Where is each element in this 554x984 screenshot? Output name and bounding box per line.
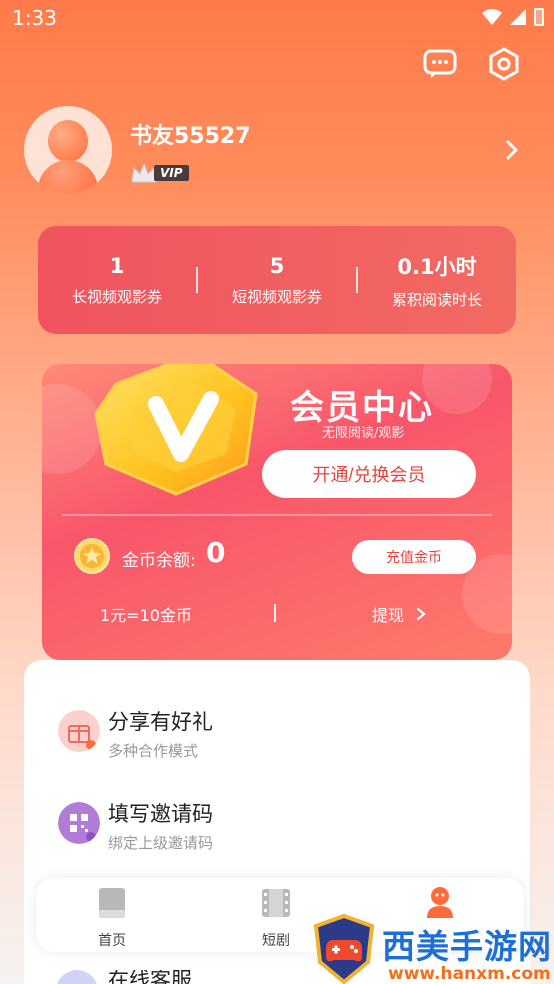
nav-short-drama[interactable]: 短剧 — [246, 886, 306, 950]
vip-center-card: 会员中心 无限阅读/观影 开通/兑换会员 金币余额: 0 充值金币 1元=10金… — [42, 364, 512, 660]
nav-home[interactable]: 首页 — [82, 886, 142, 950]
status-icons — [482, 8, 544, 26]
stat-label: 短视频观影券 — [231, 287, 322, 306]
chevron-right-icon — [416, 607, 426, 621]
coin-icon — [74, 538, 110, 574]
recharge-coins-button[interactable]: 充值金币 — [352, 540, 476, 574]
exchange-rate: 1元=10金币 — [100, 606, 192, 625]
watermark-url: www.hanxm.com — [388, 964, 551, 984]
gamepad-shield-logo — [313, 914, 375, 984]
divider — [274, 604, 276, 622]
vip-gem-icon — [94, 364, 258, 496]
chevron-right-icon[interactable] — [502, 138, 522, 162]
message-icon — [423, 49, 457, 78]
film-icon — [262, 889, 290, 917]
stat-label: 累积阅读时长 — [391, 290, 482, 309]
menu-item-title: 填写邀请码 — [108, 802, 213, 826]
menu-item-subtitle: 多种合作模式 — [108, 742, 199, 760]
vip-center-subtitle: 无限阅读/观影 — [322, 426, 405, 441]
stat-value: 0.1小时 — [397, 254, 477, 279]
stat-value: 5 — [269, 253, 285, 278]
open-membership-button[interactable]: 开通/兑换会员 — [262, 450, 476, 498]
avatar-body — [38, 160, 98, 194]
menu-item-share-gift[interactable]: 分享有好礼 多种合作模式 — [24, 692, 530, 772]
qr-icon — [58, 802, 100, 844]
stat-long-video-tickets[interactable]: 1 长视频观影券 — [38, 254, 196, 307]
coin-balance-value: 0 — [206, 536, 226, 569]
menu-item-title: 分享有好礼 — [108, 710, 213, 734]
avatar-head — [48, 120, 88, 162]
divider — [62, 514, 492, 516]
stat-value: 1 — [109, 253, 125, 278]
stat-label: 长视频观影券 — [71, 287, 162, 306]
stat-short-video-tickets[interactable]: 5 短视频观影券 — [198, 254, 356, 307]
signal-icon — [510, 9, 526, 25]
wifi-icon — [482, 9, 502, 25]
profile-header[interactable]: 书友55527 VIP — [24, 106, 530, 196]
status-time: 1:33 — [12, 6, 57, 30]
headset-icon — [56, 970, 98, 984]
nav-label: 短剧 — [262, 933, 290, 949]
menu-item-subtitle: 绑定上级邀请码 — [108, 834, 214, 852]
vip-badge: VIP — [130, 162, 196, 184]
username: 书友55527 — [130, 124, 251, 149]
status-bar: 1:33 — [0, 0, 554, 38]
book-icon — [99, 888, 125, 918]
stat-reading-time[interactable]: 0.1小时 累积阅读时长 — [358, 251, 516, 310]
watermark: 西美手游网 www.hanxm.com — [310, 914, 554, 984]
withdraw-label: 提现 — [372, 606, 405, 625]
menu-item-invite-code[interactable]: 填写邀请码 绑定上级邀请码 — [24, 784, 530, 864]
top-actions — [422, 46, 522, 82]
settings-button[interactable] — [486, 46, 522, 82]
coin-balance-label: 金币余额: — [122, 551, 196, 571]
message-button[interactable] — [422, 46, 458, 82]
withdraw-link[interactable]: 提现 — [372, 602, 426, 626]
watermark-title: 西美手游网 — [382, 927, 552, 966]
menu-item-title: 在线客服 — [108, 970, 192, 984]
gift-icon — [58, 710, 100, 752]
vip-label: VIP — [154, 165, 189, 181]
stats-card: 1 长视频观影券 5 短视频观影券 0.1小时 累积阅读时长 — [38, 226, 516, 334]
battery-icon — [534, 8, 544, 26]
gear-icon — [489, 47, 519, 81]
nav-label: 首页 — [98, 933, 126, 949]
avatar[interactable] — [24, 106, 112, 194]
